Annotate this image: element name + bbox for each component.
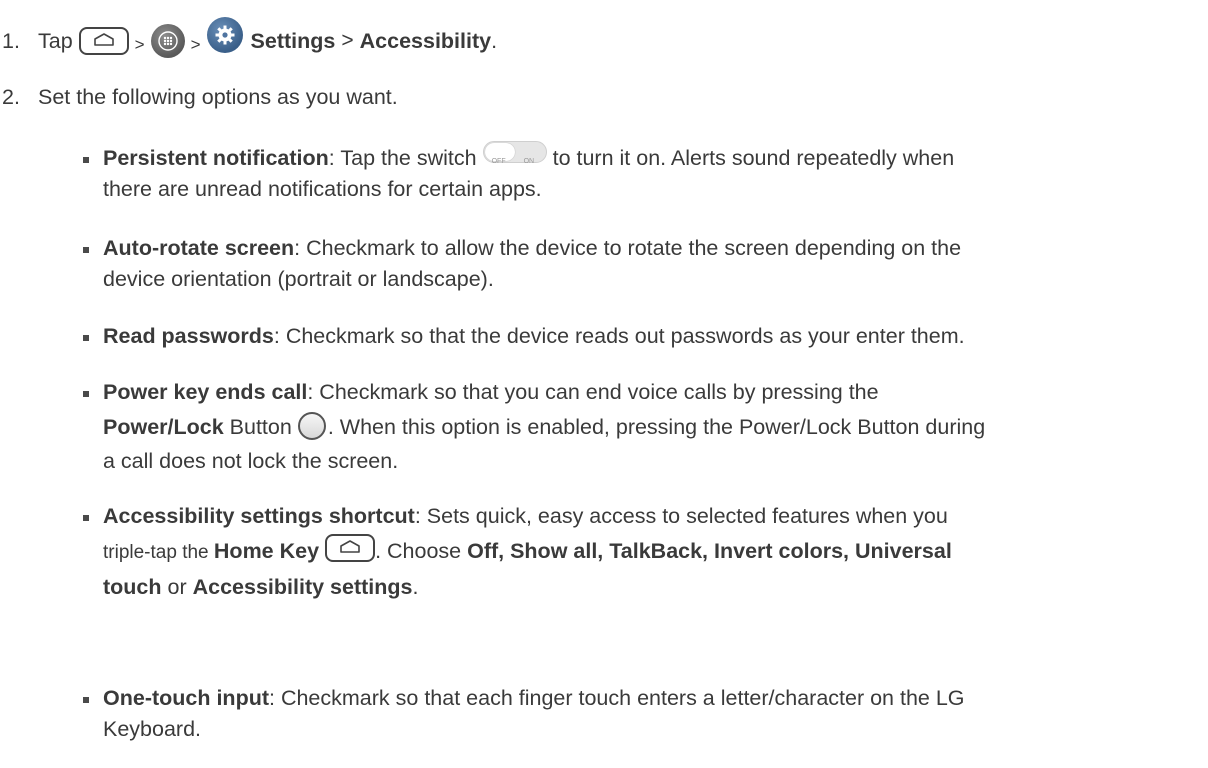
toggle-switch-icon: OFF ON xyxy=(482,141,547,165)
bullet-text: Accessibility settings shortcut: Sets qu… xyxy=(103,501,1193,603)
choices-label: touch xyxy=(103,575,162,599)
bullet-marker xyxy=(83,515,89,521)
home-key-label: Home Key xyxy=(213,539,320,563)
settings-label: Settings xyxy=(250,29,336,53)
bullet-marker xyxy=(83,335,89,341)
bullet-text: Read passwords: Checkmark so that the de… xyxy=(103,321,1193,352)
option-text: : Checkmark so that the device reads out… xyxy=(273,324,965,348)
separator: > xyxy=(134,35,145,54)
option-title: Auto-rotate screen xyxy=(103,236,295,260)
option-text: : Checkmark to allow the device to rotat… xyxy=(294,236,962,260)
bullet-marker xyxy=(83,157,89,163)
bullet-text: Persistent notification: Tap the switch O… xyxy=(103,141,1193,205)
option-text: Button xyxy=(223,415,292,439)
switch-off-label: OFF xyxy=(491,158,506,166)
choices-label: Accessibility settings xyxy=(192,575,413,599)
option-text: : Checkmark so that each finger touch en… xyxy=(269,686,965,710)
option-text: device orientation (portrait or landscap… xyxy=(103,267,494,291)
option-text: there are unread notifications for certa… xyxy=(103,177,542,201)
power-lock-label: Power/Lock xyxy=(103,415,224,439)
step-number: 2. xyxy=(2,85,20,109)
option-text: . When this option is enabled, pressing … xyxy=(327,415,986,439)
bullet-marker xyxy=(83,247,89,253)
bullet-text: Power key ends call: Checkmark so that y… xyxy=(103,377,1193,477)
option-title: One-touch input xyxy=(103,686,269,710)
option-title: Persistent notification xyxy=(103,146,329,170)
power-button-icon xyxy=(297,412,326,441)
step-2-text: Set the following options as you want. xyxy=(38,85,398,109)
option-text: : Tap the switch xyxy=(328,146,477,170)
option-title: Read passwords xyxy=(103,324,274,348)
document-page: 1. Tap > > Settings > Accessibility . 2.… xyxy=(0,0,1208,768)
accessibility-label: Accessibility xyxy=(359,29,492,53)
switch-on-label: ON xyxy=(523,158,535,166)
option-text: Keyboard. xyxy=(103,717,202,741)
period: . xyxy=(491,29,498,53)
step-number: 1. xyxy=(2,29,20,53)
choices-label: Off, Show all, TalkBack, Invert colors, … xyxy=(467,539,952,563)
option-title: Power key ends call xyxy=(103,380,308,404)
home-key-icon xyxy=(78,27,129,55)
option-text: . Choose xyxy=(375,539,468,563)
option-text: to turn it on. Alerts sound repeatedly w… xyxy=(552,146,955,170)
step-1-body: Tap > > Settings > Accessibility . xyxy=(38,17,498,59)
step-1-prefix: Tap xyxy=(38,29,73,53)
option-text: : Sets quick, easy access to selected fe… xyxy=(414,504,948,528)
apps-icon xyxy=(150,24,185,58)
option-text: a call does not lock the screen. xyxy=(103,449,399,473)
bullet-marker xyxy=(83,391,89,397)
bullet-text: Auto-rotate screen: Checkmark to allow t… xyxy=(103,233,1193,295)
bullet-marker xyxy=(83,697,89,703)
home-key-icon xyxy=(325,534,376,563)
option-text: or xyxy=(161,575,193,599)
option-title: Accessibility settings shortcut xyxy=(103,504,415,528)
separator: > xyxy=(190,35,201,54)
bullet-text: One-touch input: Checkmark so that each … xyxy=(103,683,1193,745)
option-text: . xyxy=(412,575,419,599)
option-text: : Checkmark so that you can end voice ca… xyxy=(307,380,879,404)
separator: > xyxy=(341,29,354,52)
option-text: triple-tap the xyxy=(103,542,214,563)
gear-icon xyxy=(206,17,243,53)
